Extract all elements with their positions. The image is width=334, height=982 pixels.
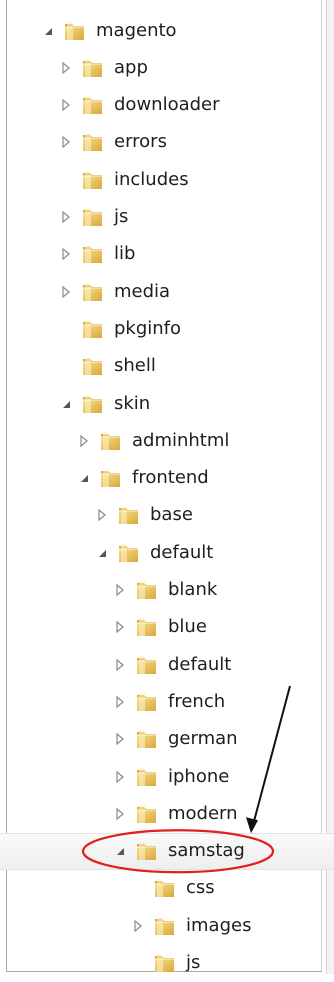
folder-icon — [81, 317, 105, 341]
tree-row-label: media — [114, 280, 171, 302]
tree-row-iphone[interactable]: iphone — [0, 758, 334, 795]
triangle-right-icon[interactable] — [113, 732, 127, 746]
tree-row-js[interactable]: js — [0, 945, 334, 982]
folder-icon — [81, 280, 105, 304]
tree-row-french[interactable]: french — [0, 683, 334, 720]
tree-row-samstag[interactable]: samstag — [0, 832, 334, 870]
tree-row-label: samstag — [168, 840, 245, 862]
tree-row-default[interactable]: default — [0, 646, 334, 683]
triangle-right-icon[interactable] — [59, 98, 73, 112]
tree-row-label: skin — [114, 392, 151, 414]
folder-icon — [135, 578, 159, 602]
tree-row-label: includes — [114, 168, 189, 190]
tree-row-label: lib — [114, 243, 136, 265]
folder-icon — [135, 615, 159, 639]
tree-row-base[interactable]: base — [0, 497, 334, 534]
tree-row-shell[interactable]: shell — [0, 348, 334, 385]
tree-row-label: images — [186, 914, 252, 936]
triangle-right-icon[interactable] — [95, 508, 109, 522]
tree-row-includes[interactable]: includes — [0, 161, 334, 198]
triangle-down-icon[interactable] — [113, 844, 127, 858]
tree-row-label: frontend — [132, 467, 209, 489]
tree-row-label: iphone — [168, 765, 230, 787]
tree-row-media[interactable]: media — [0, 273, 334, 310]
tree-row-pkginfo[interactable]: pkginfo — [0, 310, 334, 347]
tree-row-label: modern — [168, 802, 238, 824]
tree-row-skin[interactable]: skin — [0, 385, 334, 422]
triangle-right-icon[interactable] — [59, 61, 73, 75]
triangle-down-icon[interactable] — [59, 397, 73, 411]
triangle-right-icon[interactable] — [113, 583, 127, 597]
folder-icon — [135, 802, 159, 826]
triangle-right-icon[interactable] — [59, 285, 73, 299]
folder-icon — [135, 727, 159, 751]
triangle-down-icon[interactable] — [41, 24, 55, 38]
tree-row-label: adminhtml — [132, 429, 230, 451]
triangle-right-icon[interactable] — [113, 807, 127, 821]
tree-row-label: pkginfo — [114, 317, 182, 339]
tree-row-label: blue — [168, 616, 207, 638]
tree-row-errors[interactable]: errors — [0, 124, 334, 161]
tree-row-blank[interactable]: blank — [0, 572, 334, 609]
tree-row-app[interactable]: app — [0, 49, 334, 86]
tree-row-magento[interactable]: magento — [0, 12, 334, 49]
tree-row-default[interactable]: default — [0, 534, 334, 571]
folder-icon — [81, 392, 105, 416]
triangle-right-icon[interactable] — [113, 770, 127, 784]
tree-row-js[interactable]: js — [0, 199, 334, 236]
tree-row-lib[interactable]: lib — [0, 236, 334, 273]
folder-icon — [81, 168, 105, 192]
folder-icon — [81, 354, 105, 378]
folder-icon — [81, 130, 105, 154]
folder-icon — [135, 765, 159, 789]
tree-row-label: base — [150, 504, 193, 526]
folder-icon — [99, 466, 123, 490]
tree-row-label: downloader — [114, 94, 220, 116]
tree-row-label: default — [150, 541, 214, 563]
folder-icon — [81, 242, 105, 266]
triangle-down-icon[interactable] — [77, 471, 91, 485]
triangle-right-icon[interactable] — [59, 247, 73, 261]
folder-icon — [135, 690, 159, 714]
tree-row-label: js — [186, 952, 201, 973]
tree-row-blue[interactable]: blue — [0, 609, 334, 646]
tree-row-frontend[interactable]: frontend — [0, 460, 334, 497]
folder-icon — [135, 839, 159, 863]
tree-row-label: errors — [114, 131, 167, 153]
tree-row-adminhtml[interactable]: adminhtml — [0, 422, 334, 459]
tree-row-label: blank — [168, 579, 218, 600]
tree-row-label: shell — [114, 355, 156, 377]
tree-row-label: german — [168, 728, 238, 750]
folder-icon — [153, 914, 177, 938]
folder-icon — [81, 205, 105, 229]
tree-row-label: app — [114, 56, 148, 78]
triangle-right-icon[interactable] — [113, 695, 127, 709]
folder-icon — [153, 876, 177, 900]
folder-icon — [81, 56, 105, 80]
tree-row-images[interactable]: images — [0, 907, 334, 944]
folder-icon — [117, 503, 141, 527]
tree-row-label: magento — [96, 19, 177, 41]
tree-row-german[interactable]: german — [0, 721, 334, 758]
tree-row-label: default — [168, 653, 232, 675]
triangle-right-icon[interactable] — [59, 210, 73, 224]
triangle-down-icon[interactable] — [95, 546, 109, 560]
folder-icon — [99, 429, 123, 453]
tree-row-modern[interactable]: modern — [0, 795, 334, 832]
tree-row-downloader[interactable]: downloader — [0, 87, 334, 124]
triangle-right-icon[interactable] — [113, 658, 127, 672]
tree-row-label: js — [114, 206, 129, 227]
folder-icon — [63, 19, 87, 43]
folder-icon — [117, 541, 141, 565]
triangle-right-icon[interactable] — [131, 919, 145, 933]
tree-row-label: french — [168, 690, 226, 712]
triangle-right-icon[interactable] — [59, 135, 73, 149]
tree-row-label: css — [186, 877, 215, 899]
tree-row-css[interactable]: css — [0, 870, 334, 907]
triangle-right-icon[interactable] — [77, 434, 91, 448]
folder-icon — [153, 951, 177, 975]
folder-icon — [81, 93, 105, 117]
triangle-right-icon[interactable] — [113, 620, 127, 634]
folder-icon — [135, 653, 159, 677]
